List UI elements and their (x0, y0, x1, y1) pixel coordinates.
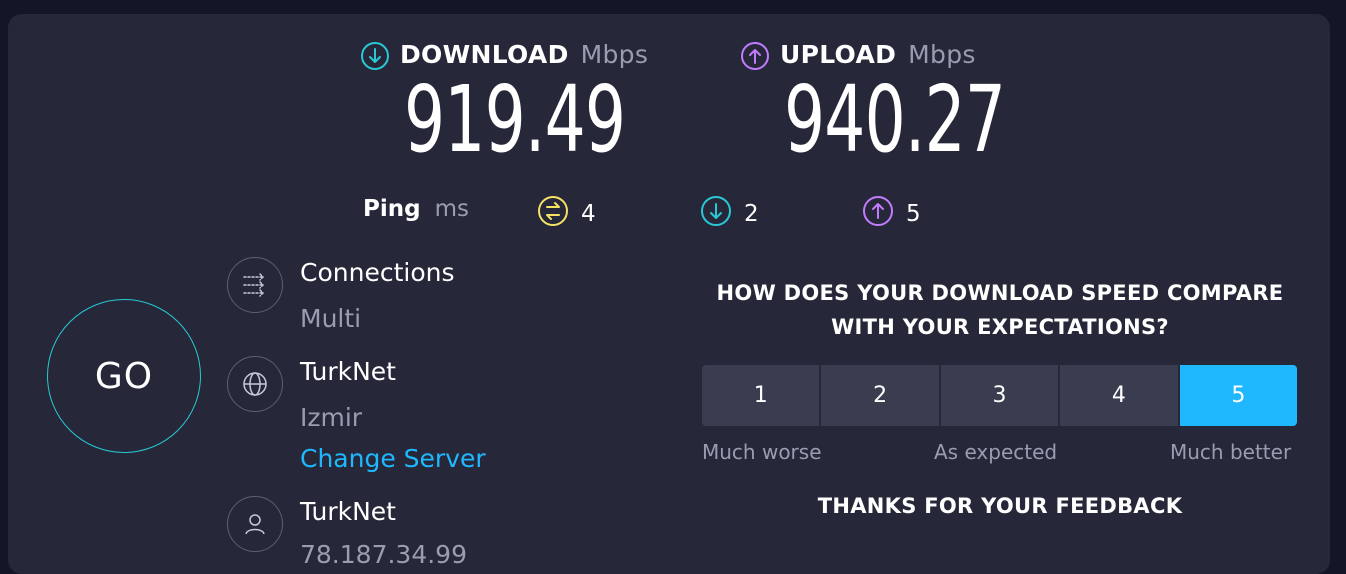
globe-icon (227, 356, 283, 412)
ping-upload-value: 5 (906, 201, 921, 227)
upload-unit: Mbps (908, 40, 976, 69)
server-location: Izmir (300, 403, 363, 432)
change-server-link[interactable]: Change Server (300, 444, 486, 473)
idle-latency-icon (537, 195, 569, 233)
download-latency-icon (700, 195, 732, 233)
ping-unit: ms (434, 196, 469, 222)
server-name: TurkNet (300, 357, 396, 386)
connections-icon (227, 257, 283, 313)
rating-button-1[interactable]: 1 (702, 365, 820, 426)
upload-arrow-icon (740, 41, 769, 70)
download-speed-value: 919.49 (404, 66, 626, 173)
scale-mid-label: As expected (934, 440, 1058, 464)
upload-latency-icon (862, 195, 894, 233)
ping-download: 2 (700, 195, 759, 233)
rating-button-2[interactable]: 2 (821, 365, 939, 426)
connections-mode: Multi (300, 304, 362, 333)
upload-header: UPLOAD Mbps (740, 40, 976, 70)
feedback-question: HOW DOES YOUR DOWNLOAD SPEED COMPARE WIT… (700, 276, 1300, 344)
user-icon (227, 496, 283, 552)
ping-download-value: 2 (744, 201, 759, 227)
connections-title: Connections (300, 258, 455, 287)
ping-idle: 4 (537, 195, 596, 233)
upload-speed-value: 940.27 (784, 66, 1006, 173)
feedback-question-line2: WITH YOUR EXPECTATIONS? (831, 315, 1169, 339)
go-button[interactable]: GO (47, 299, 201, 453)
ping-upload: 5 (862, 195, 921, 233)
rating-scale: 1 2 3 4 5 (702, 365, 1298, 426)
download-label: DOWNLOAD (400, 40, 569, 69)
rating-button-4[interactable]: 4 (1060, 365, 1178, 426)
scale-high-label: Much better (1170, 440, 1292, 464)
rating-button-5[interactable]: 5 (1179, 365, 1298, 426)
rating-button-3[interactable]: 3 (940, 365, 1059, 426)
upload-label: UPLOAD (780, 40, 897, 69)
ping-idle-value: 4 (581, 201, 596, 227)
download-arrow-icon (360, 41, 389, 70)
download-header: DOWNLOAD Mbps (360, 40, 649, 70)
scale-low-label: Much worse (702, 440, 822, 464)
provider-ip: 78.187.34.99 (300, 540, 467, 569)
ping-label-group: Ping ms (363, 196, 469, 222)
feedback-question-line1: HOW DOES YOUR DOWNLOAD SPEED COMPARE (716, 281, 1284, 305)
provider-name: TurkNet (300, 497, 396, 526)
ping-label: Ping (363, 196, 421, 222)
feedback-thanks: THANKS FOR YOUR FEEDBACK (817, 494, 1183, 518)
download-unit: Mbps (580, 40, 649, 69)
